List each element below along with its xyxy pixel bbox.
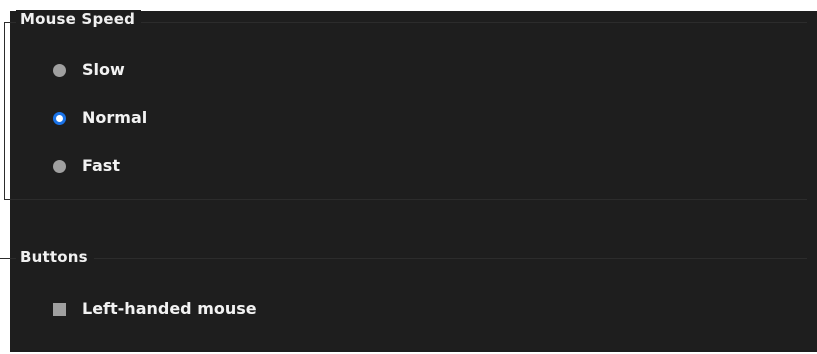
radio-option-fast[interactable]: Fast [53, 156, 120, 176]
radio-button-slow[interactable] [53, 63, 66, 77]
left-handed-mouse-label: Left-handed mouse [82, 299, 257, 318]
radio-option-slow[interactable]: Slow [53, 60, 125, 80]
radio-button-fast[interactable] [53, 159, 66, 173]
mouse-speed-group-title: Mouse Speed [16, 10, 142, 28]
radio-label-normal: Normal [82, 108, 148, 127]
left-handed-mouse-checkbox[interactable] [53, 302, 66, 316]
radio-label-slow: Slow [82, 60, 125, 79]
radio-button-normal[interactable] [53, 111, 66, 125]
radio-option-normal[interactable]: Normal [53, 108, 147, 128]
left-handed-mouse-option[interactable]: Left-handed mouse [53, 299, 257, 319]
buttons-group-title: Buttons [16, 248, 94, 266]
radio-label-fast: Fast [82, 156, 120, 175]
